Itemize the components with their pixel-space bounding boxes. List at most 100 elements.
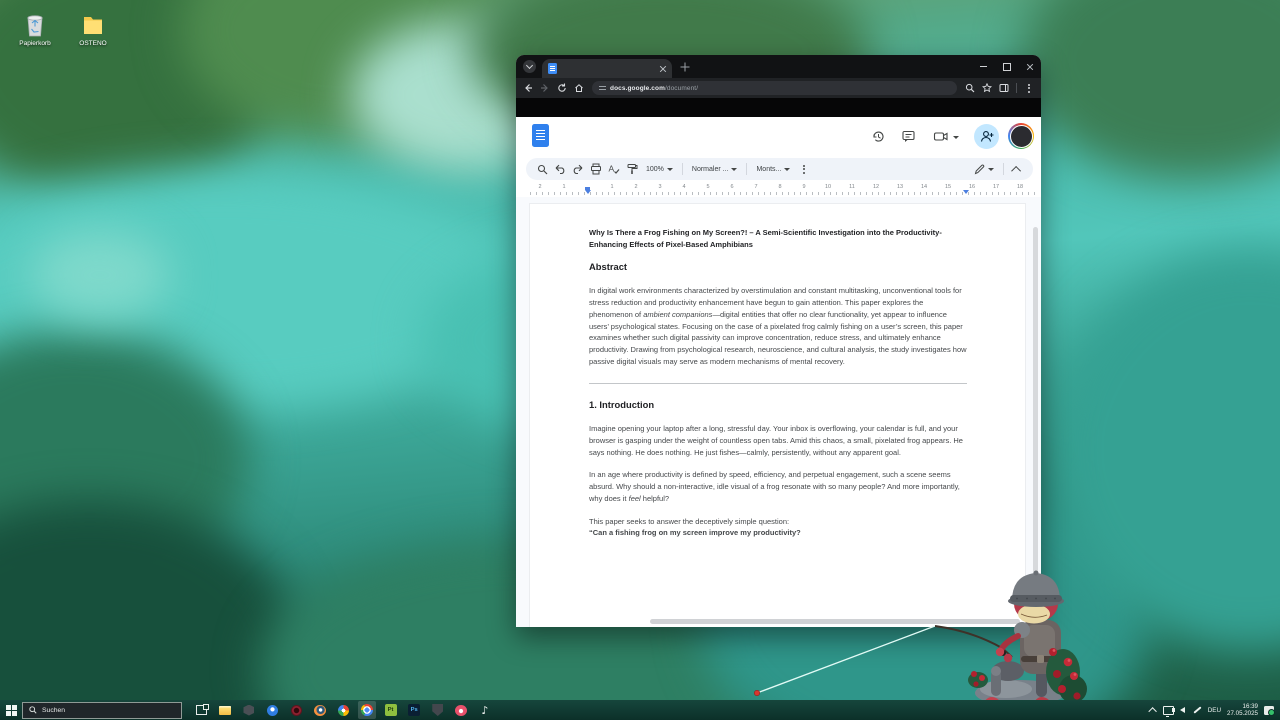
paint-format-button[interactable] bbox=[624, 161, 640, 177]
tray-expand-icon[interactable] bbox=[1148, 707, 1156, 715]
taskbar-icon-photoshop[interactable]: Ps bbox=[405, 701, 423, 719]
fishing-line bbox=[757, 626, 935, 693]
font-select[interactable]: Monts... bbox=[752, 166, 794, 173]
account-avatar[interactable] bbox=[1008, 123, 1034, 149]
notification-center-icon[interactable] bbox=[1264, 706, 1274, 715]
docs-header bbox=[516, 117, 1041, 155]
wallpaper-blob bbox=[1020, 0, 1280, 180]
right-indent-marker[interactable] bbox=[963, 190, 969, 194]
vertical-scrollbar[interactable] bbox=[1033, 227, 1038, 599]
bookmark-star-button[interactable] bbox=[980, 81, 994, 95]
active-tab[interactable] bbox=[542, 59, 672, 78]
search-icon bbox=[537, 164, 548, 175]
zoom-select[interactable]: 100% bbox=[642, 166, 677, 173]
ruler-number: 2 bbox=[534, 184, 546, 190]
editing-mode-select[interactable] bbox=[970, 164, 998, 175]
taskbar-icon-chrome[interactable] bbox=[358, 701, 376, 719]
meet-video-button[interactable] bbox=[933, 129, 948, 144]
doc-block-p: In digital work environments characteriz… bbox=[589, 285, 967, 367]
taskbar-icon-shield-hex[interactable] bbox=[240, 701, 258, 719]
search-placeholder: Suchen bbox=[42, 707, 65, 714]
undo-button[interactable] bbox=[552, 161, 568, 177]
site-settings-icon[interactable] bbox=[599, 86, 606, 90]
photoshop-icon: Ps bbox=[408, 704, 420, 716]
taskbar-icon-blender[interactable] bbox=[311, 701, 329, 719]
minimize-icon bbox=[980, 66, 987, 67]
taskbar-icon-shield-dark[interactable] bbox=[429, 701, 447, 719]
ruler-number: 18 bbox=[1014, 184, 1026, 190]
wallpaper-blob bbox=[0, 500, 300, 720]
ruler-number: 7 bbox=[750, 184, 762, 190]
print-button[interactable] bbox=[588, 161, 604, 177]
forward-button[interactable] bbox=[538, 81, 552, 95]
url-text: docs.google.com/document/ bbox=[610, 85, 698, 92]
url-path: /document/ bbox=[665, 85, 698, 92]
wallpaper-blob bbox=[30, 230, 170, 320]
more-toolbar-button[interactable] bbox=[796, 161, 812, 177]
close-button[interactable] bbox=[1018, 55, 1041, 78]
video-camera-icon bbox=[933, 129, 949, 144]
history-icon bbox=[871, 129, 886, 144]
pen-icon[interactable] bbox=[1193, 706, 1201, 713]
reload-button[interactable] bbox=[555, 81, 569, 95]
redo-button[interactable] bbox=[570, 161, 586, 177]
kebab-menu-icon bbox=[1028, 84, 1030, 93]
taskbar-icon-music-note[interactable] bbox=[476, 701, 494, 719]
chevron-down-icon bbox=[784, 168, 790, 171]
person-add-icon bbox=[980, 130, 994, 143]
ruler[interactable]: 21123456789101112131415161718 bbox=[516, 183, 1041, 197]
bookmarks-bar bbox=[516, 98, 1041, 117]
language-indicator[interactable]: DEU bbox=[1208, 707, 1221, 714]
clock[interactable]: 16:39 27.05.2025 bbox=[1227, 703, 1258, 718]
tab-search-button[interactable] bbox=[523, 60, 536, 73]
toolbar-divider bbox=[1003, 163, 1004, 175]
ruler-number: 15 bbox=[942, 184, 954, 190]
side-panel-button[interactable] bbox=[997, 81, 1011, 95]
taskbar-icon-photopea[interactable]: Pt bbox=[382, 701, 400, 719]
meet-dropdown-caret-icon[interactable] bbox=[953, 136, 959, 139]
desktop-icon-label: OSTENO bbox=[64, 40, 122, 47]
google-docs-logo-icon[interactable] bbox=[532, 124, 549, 147]
taskbar-icon-photos[interactable] bbox=[334, 701, 352, 719]
maximize-button[interactable] bbox=[995, 55, 1018, 78]
zoom-indicator-icon[interactable] bbox=[963, 81, 977, 95]
taskbar-icon-pink-orb[interactable] bbox=[452, 701, 470, 719]
magnifier-icon bbox=[965, 83, 975, 93]
search-icon bbox=[29, 706, 37, 714]
search-menus-button[interactable] bbox=[534, 161, 550, 177]
taskbar-icon-red-disc[interactable] bbox=[287, 701, 305, 719]
browser-menu-button[interactable] bbox=[1022, 81, 1036, 95]
taskbar-icon-blue-orb[interactable] bbox=[264, 701, 282, 719]
spelling-check-button[interactable]: A bbox=[606, 161, 622, 177]
taskbar-icon-task-view[interactable] bbox=[193, 701, 211, 719]
desktop: Papierkorb OSTENO bbox=[0, 0, 1280, 720]
tab-close-icon[interactable] bbox=[659, 65, 666, 72]
doc-block-p: In an age where productivity is defined … bbox=[589, 469, 967, 504]
paragraph-style-value: Normaler ... bbox=[692, 166, 729, 173]
address-bar[interactable]: docs.google.com/document/ bbox=[592, 81, 957, 95]
fishing-frog-overlay bbox=[740, 560, 1090, 710]
ruler-number: 1 bbox=[606, 184, 618, 190]
speaker-icon[interactable] bbox=[1180, 707, 1185, 713]
version-history-button[interactable] bbox=[871, 129, 886, 144]
spellcheck-icon: A bbox=[608, 163, 620, 175]
comments-button[interactable] bbox=[901, 129, 916, 144]
left-indent-marker[interactable] bbox=[585, 190, 591, 194]
clock-date: 27.05.2025 bbox=[1227, 710, 1258, 718]
hide-menus-button[interactable] bbox=[1009, 161, 1025, 177]
ruler-number: 4 bbox=[678, 184, 690, 190]
google-docs-app: A 100% Normaler ... bbox=[516, 117, 1041, 627]
desktop-icon-recycle-bin[interactable]: Papierkorb bbox=[6, 10, 64, 47]
taskbar-icon-file-explorer[interactable] bbox=[216, 701, 234, 719]
share-button[interactable] bbox=[974, 124, 999, 149]
minimize-button[interactable] bbox=[972, 55, 995, 78]
new-tab-button[interactable] bbox=[678, 60, 692, 74]
start-button[interactable] bbox=[0, 700, 22, 720]
paragraph-style-select[interactable]: Normaler ... bbox=[688, 166, 742, 173]
windows-logo-icon bbox=[6, 705, 17, 716]
back-button[interactable] bbox=[521, 81, 535, 95]
home-button[interactable] bbox=[572, 81, 586, 95]
desktop-icon-folder-osteno[interactable]: OSTENO bbox=[64, 10, 122, 47]
tab-strip bbox=[516, 55, 1041, 78]
taskbar-search[interactable]: Suchen bbox=[22, 702, 182, 719]
